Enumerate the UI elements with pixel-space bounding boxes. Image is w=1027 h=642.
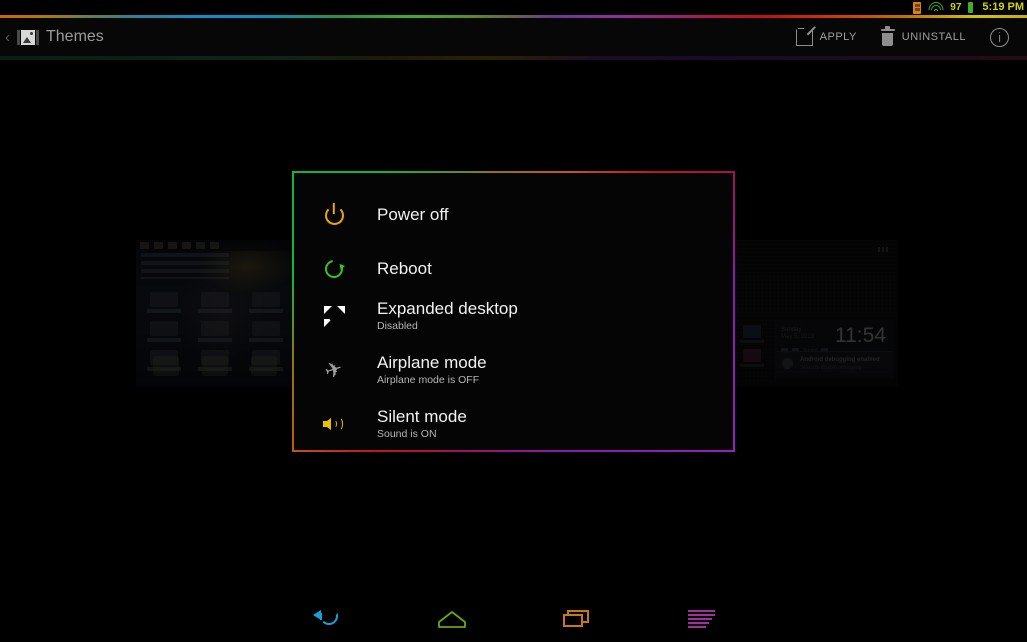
apply-label: APPLY [819,31,857,43]
battery-icon [968,2,974,13]
uninstall-label: UNINSTALL [901,31,966,43]
preview-notification-title: Android debugging enabled [800,357,880,363]
gallery-themes-icon [17,29,39,46]
action-bar-actions: APPLY UNINSTALL [784,18,1027,56]
back-chevron-icon[interactable]: ‹ [5,30,10,45]
sim-card-icon [913,1,922,14]
navigation-bar [0,596,1027,642]
device-screen: 97 5:19 PM ‹ Themes APPLY UNINSTALL Sund… [0,0,1027,642]
nav-home-button[interactable] [389,596,514,642]
expanded-desktop-title: Expanded desktop [377,299,518,318]
power-menu-dialog: Power off Reboot Expanded desktop Disabl… [292,171,735,452]
preview-notification-icon [782,358,793,369]
nav-menu-button[interactable] [639,596,764,642]
reboot-text: Reboot [377,259,432,279]
uninstall-button[interactable]: UNINSTALL [869,18,978,56]
action-bar-divider [0,56,1027,60]
trash-icon [880,26,895,46]
silent-mode-title: Silent mode [377,407,467,426]
airplane-icon: ✈ [322,356,346,384]
preview-dock [141,353,289,379]
share-export-icon [795,27,813,46]
reboot-title: Reboot [377,259,432,278]
apply-button[interactable]: APPLY [784,18,869,56]
reboot-icon [317,256,351,282]
speaker-volume-icon [317,415,351,433]
expanded-desktop-text: Expanded desktop Disabled [377,299,518,333]
airplane-mode-subtitle: Airplane mode is OFF [377,374,480,386]
info-circle-icon [990,27,1009,47]
clock-label: 5:19 PM [982,1,1024,13]
preview-weather-widget [141,253,229,279]
power-off-title: Power off [377,205,449,224]
silent-mode-text: Silent mode Sound is ON [377,407,467,441]
power-off-menu-item[interactable]: Power off [294,191,733,239]
wifi-icon [928,2,944,13]
expanded-desktop-menu-item[interactable]: Expanded desktop Disabled [294,293,733,339]
theme-preview-homescreen[interactable] [136,240,294,387]
theme-preview-notification-shade[interactable]: Sunday May 5, 2013 11:54 Sound Android d… [730,240,898,387]
preview-notification-item: Android debugging enabled Select to disa… [776,351,892,373]
expanded-desktop-subtitle: Disabled [377,320,418,332]
preview-shade-clock: 11:54 [835,324,886,347]
silent-mode-subtitle: Sound is ON [377,428,437,440]
airplane-mode-title: Airplane mode [377,353,487,372]
preview-status-bar [136,240,294,251]
status-bar: 97 5:19 PM [0,0,1027,15]
home-icon [437,610,467,628]
preview-signal-dots [878,247,890,252]
expand-arrows-icon [317,305,351,327]
action-bar-up-affordance[interactable]: ‹ Themes [0,28,104,46]
preview-notification-sub: Select to disable debugging [800,365,862,371]
menu-lines-icon [688,610,715,628]
power-off-text: Power off [377,205,449,225]
power-icon [317,205,351,225]
silent-mode-menu-item[interactable]: Silent mode Sound is ON [294,401,733,447]
nav-recents-button[interactable] [514,596,639,642]
preview-shade-day: Sunday [781,327,802,333]
status-bar-icons: 97 5:19 PM [913,0,1024,15]
airplane-mode-text: Airplane mode Airplane mode is OFF [377,353,487,387]
action-bar: ‹ Themes APPLY UNINSTALL [0,18,1027,56]
page-title: Themes [46,28,104,45]
preview-left-apps [732,325,772,373]
battery-percent-label: 97 [950,1,962,13]
info-button[interactable] [978,18,1021,56]
reboot-menu-item[interactable]: Reboot [294,245,733,293]
preview-shade-date: May 5, 2013 [781,334,815,340]
power-menu-body: Power off Reboot Expanded desktop Disabl… [294,173,733,450]
back-arrow-icon [312,609,340,628]
airplane-mode-menu-item[interactable]: ✈ Airplane mode Airplane mode is OFF [294,347,733,393]
nav-back-button[interactable] [264,596,389,642]
recent-apps-icon [563,610,590,628]
